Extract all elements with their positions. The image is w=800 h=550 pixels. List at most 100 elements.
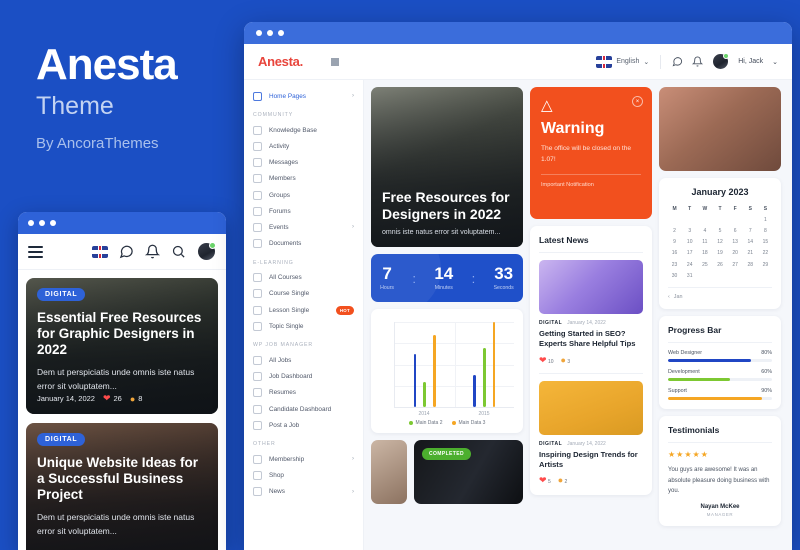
sidebar-item-documents[interactable]: Documents [244,236,363,252]
sidebar-item-knowledge-base[interactable]: Knowledge Base [244,122,363,138]
thumbnail-wide[interactable]: COMPLETED [414,440,523,504]
calendar-dow: T [688,205,692,212]
calendar-day[interactable]: 13 [729,238,742,247]
bell-icon[interactable] [692,56,704,67]
calendar-day[interactable]: 5 [713,226,726,235]
calendar-day[interactable]: 29 [759,260,772,269]
sidebar-item-job-dashboard[interactable]: Job Dashboard [244,369,363,385]
calendar-day[interactable]: 31 [683,271,696,280]
heart-icon: ❤ [539,475,547,485]
calendar-day[interactable]: 1 [759,215,772,224]
calendar-day[interactable]: 20 [729,249,742,258]
calendar-grid[interactable]: M T W T F S S 1 2 3 4 5 6 7 8 9 10 11 12 13 14 15 16 17 18 19 20 21… [668,204,772,280]
window-dot-minimize[interactable] [267,30,273,36]
chevron-right-icon: › [352,224,354,231]
sidebar-item-events[interactable]: Events › [244,219,363,235]
sidebar-item-course-single[interactable]: Course Single [244,286,363,302]
sidebar-item-post-a-job[interactable]: Post a Job [244,417,363,433]
calendar-day[interactable]: 2 [668,226,681,235]
calendar-day[interactable]: 4 [698,226,711,235]
calendar-day[interactable]: 17 [683,249,696,258]
calendar-day[interactable]: 18 [698,249,711,258]
calendar-day[interactable]: 15 [759,238,772,247]
chevron-left-icon[interactable]: ‹ [668,294,670,300]
user-greeting[interactable]: Hi, Jack [738,58,763,65]
chat-icon[interactable] [119,244,134,259]
divider [668,442,772,444]
thumbnail-small[interactable] [371,440,407,504]
window-dot-close[interactable] [256,30,262,36]
sidebar-item-label: Home Pages [269,92,306,100]
calendar-day[interactable]: 10 [683,238,696,247]
calendar-day[interactable]: 12 [713,238,726,247]
calendar-day[interactable]: 14 [744,238,757,247]
sidebar-toggle-button[interactable] [330,57,339,66]
calendar-day[interactable]: 28 [744,260,757,269]
bell-icon[interactable] [145,244,160,259]
sidebar-item-label: Lesson Single [269,306,310,314]
chevron-down-icon: ⌄ [643,58,650,66]
countdown-hours-value: 7 [382,264,392,283]
calendar-day[interactable]: 3 [683,226,696,235]
sidebar-item-lesson-single[interactable]: Lesson Single HOT [244,302,363,318]
sidebar-item-members[interactable]: Members [244,171,363,187]
sidebar-item-topic-single[interactable]: Topic Single [244,318,363,334]
list-item[interactable]: DIGITAL January 14, 2022 Getting Started… [539,260,643,366]
calendar-day[interactable]: 25 [698,260,711,269]
hero-post-card[interactable]: Free Resources for Designers in 2022 omn… [371,87,523,247]
calendar-day[interactable]: 6 [729,226,742,235]
calendar-day[interactable]: 11 [698,238,711,247]
sidebar-item-home-pages[interactable]: Home Pages › [244,88,363,104]
sidebar-item-candidate-dashboard[interactable]: Candidate Dashboard [244,401,363,417]
uk-flag-icon[interactable] [92,245,108,258]
news-category: DIGITAL [539,440,563,447]
chat-icon[interactable] [672,56,683,67]
calendar-day[interactable]: 23 [668,260,681,269]
calendar-day[interactable]: 7 [744,226,757,235]
avatar[interactable] [712,53,730,70]
sidebar-item-resumes[interactable]: Resumes [244,385,363,401]
avatar[interactable] [197,242,216,261]
desktop-preview-window: Anesta. English ⌄ Hi, Jack ⌄ Home Pages … [244,22,792,550]
sidebar-item-shop[interactable]: Shop [244,468,363,484]
sidebar-item-news[interactable]: News › [244,484,363,500]
calendar-day[interactable]: 30 [668,271,681,280]
sidebar-item-activity[interactable]: Activity [244,138,363,154]
calendar-footer[interactable]: ‹ Jan [668,287,772,300]
progress-label: Support [668,388,687,395]
bar-chart-card: 2014 2015 Main Data 2 Main Data 3 [371,309,523,433]
language-selector[interactable]: English ⌄ [596,55,650,68]
close-icon[interactable]: × [632,96,643,107]
calendar-day[interactable]: 22 [759,249,772,258]
list-item[interactable]: DIGITAL Essential Free Resources for Gra… [26,278,218,414]
calendar-day[interactable]: 27 [729,260,742,269]
search-icon[interactable] [171,244,186,259]
window-dot-maximize[interactable] [278,30,284,36]
sidebar-item-membership[interactable]: Membership › [244,451,363,467]
chevron-down-icon[interactable]: ⌄ [772,58,778,66]
sidebar-item-groups[interactable]: Groups [244,187,363,203]
calendar-day[interactable]: 16 [668,249,681,258]
calendar-day[interactable]: 19 [713,249,726,258]
calendar-prev-label[interactable]: Jan [674,294,683,300]
calendar-day[interactable]: 26 [713,260,726,269]
bottom-strip: COMPLETED [371,440,523,504]
app-logo[interactable]: Anesta. [258,54,303,69]
calendar-day[interactable]: 9 [668,238,681,247]
sidebar-item-messages[interactable]: Messages [244,155,363,171]
sidebar-item-all-courses[interactable]: All Courses [244,270,363,286]
hamburger-icon[interactable] [28,245,43,258]
window-dot-close[interactable] [28,220,34,226]
list-item[interactable]: DIGITAL Unique Website Ideas for a Succe… [26,423,218,550]
window-dot-minimize[interactable] [39,220,45,226]
calendar-day[interactable]: 8 [759,226,772,235]
calendar-day[interactable]: 21 [744,249,757,258]
language-label: English [616,58,640,65]
sidebar-item-all-jobs[interactable]: All Jobs [244,352,363,368]
window-dot-maximize[interactable] [50,220,56,226]
news-icon [253,487,262,497]
calendar-day[interactable]: 24 [683,260,696,269]
activity-icon [253,141,262,151]
sidebar-item-forums[interactable]: Forums [244,203,363,219]
list-item[interactable]: DIGITAL January 14, 2022 Inspiring Desig… [539,380,643,487]
